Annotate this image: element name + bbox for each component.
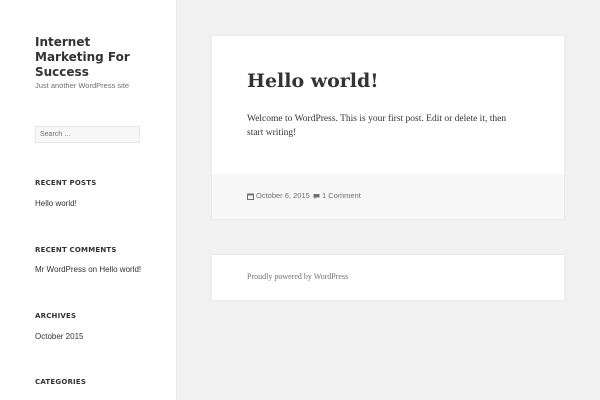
recent-posts-title: RECENT POSTS bbox=[35, 179, 97, 187]
site-footer: Proudly powered by WordPress bbox=[212, 255, 564, 300]
post-date-meta[interactable]: October 6, 2015 bbox=[247, 191, 310, 201]
archives-title: ARCHIVES bbox=[35, 312, 77, 320]
post-title[interactable]: Hello world! bbox=[247, 69, 379, 93]
post-meta-footer: October 6, 2015 1 Comment bbox=[212, 174, 564, 219]
sidebar: Internet Marketing For Success Just anot… bbox=[0, 0, 176, 400]
comment-on-text: on bbox=[88, 265, 98, 274]
comments-link: 1 Comment bbox=[322, 191, 361, 200]
archive-link[interactable]: October 2015 bbox=[35, 332, 83, 342]
comment-post-link[interactable]: Hello world! bbox=[99, 265, 141, 274]
powered-by-link[interactable]: Proudly powered by WordPress bbox=[247, 272, 348, 282]
recent-comment-item: Mr WordPress on Hello world! bbox=[35, 265, 141, 275]
comment-author-link[interactable]: Mr WordPress bbox=[35, 265, 86, 274]
post-content: Welcome to WordPress. This is your first… bbox=[247, 114, 507, 138]
post-comments-meta[interactable]: 1 Comment bbox=[313, 191, 361, 201]
comment-bubble-icon bbox=[313, 193, 320, 199]
recent-comments-title: RECENT COMMENTS bbox=[35, 246, 117, 254]
recent-post-link[interactable]: Hello world! bbox=[35, 199, 77, 209]
calendar-icon bbox=[247, 193, 254, 200]
categories-title: CATEGORIES bbox=[35, 378, 87, 386]
site-title[interactable]: Internet Marketing For Success bbox=[35, 35, 155, 80]
site-description: Just another WordPress site bbox=[35, 81, 130, 90]
search-input[interactable]: Search … bbox=[35, 126, 140, 143]
post-date: October 6, 2015 bbox=[256, 191, 310, 200]
post-card: Hello world! Welcome to WordPress. This … bbox=[212, 36, 564, 219]
